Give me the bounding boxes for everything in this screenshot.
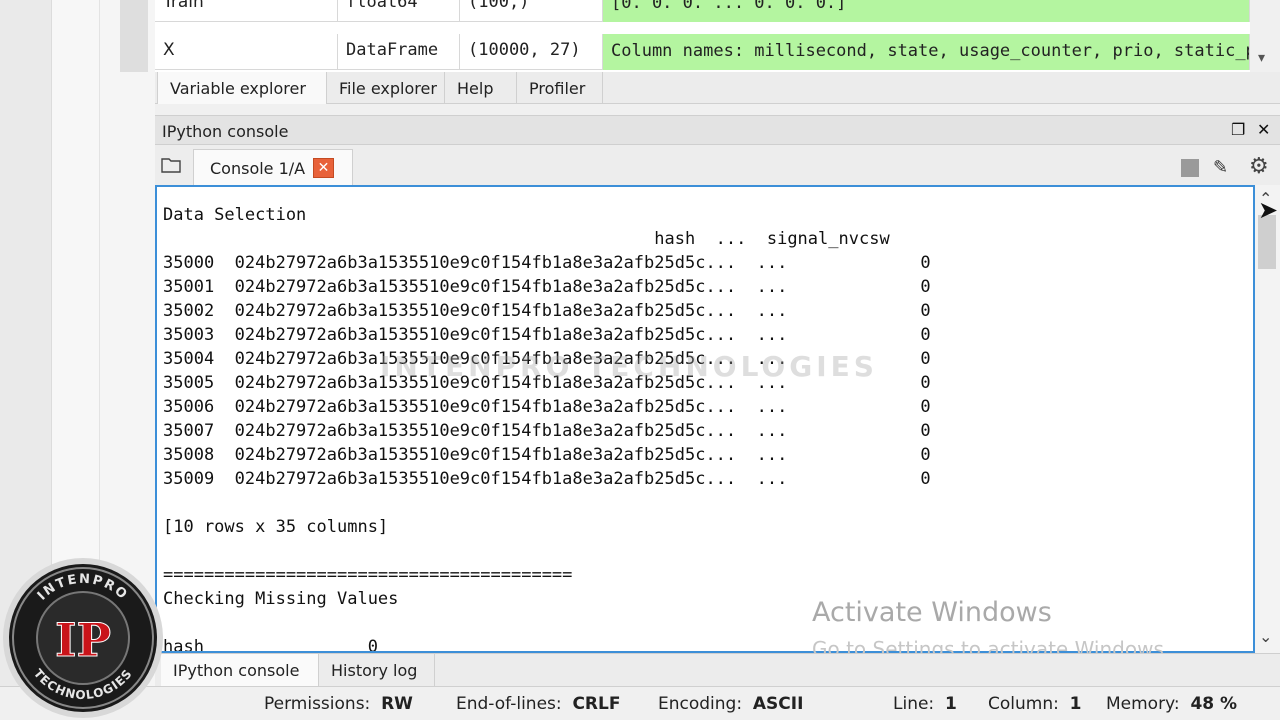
tab-console-1a[interactable]: Console 1/A ✕ xyxy=(193,149,353,185)
table-row[interactable]: X DataFrame (10000, 27) Column names: mi… xyxy=(155,34,1250,70)
status-bar: Permissions: RW End-of-lines: CRLF Encod… xyxy=(0,686,1280,720)
editor-scrollbar[interactable] xyxy=(120,0,148,72)
console-line: 35008 024b27972a6b3a1535510e9c0f154fb1a8… xyxy=(163,445,931,465)
scroll-down-icon[interactable]: ▾ xyxy=(1258,50,1265,66)
close-icon[interactable]: ✕ xyxy=(1257,120,1270,139)
status-encoding: Encoding: ASCII xyxy=(658,694,804,714)
console-output[interactable]: Data Selection hash ... signal_nvcsw 3500… xyxy=(155,185,1255,653)
undock-icon[interactable]: ❐ xyxy=(1231,120,1245,139)
tab-help[interactable]: Help xyxy=(445,72,517,104)
status-column: Column: 1 xyxy=(988,694,1082,714)
tab-ipython-console[interactable]: IPython console xyxy=(161,654,319,687)
mouse-cursor-icon: ➤ xyxy=(1258,196,1279,224)
console-line: 35009 024b27972a6b3a1535510e9c0f154fb1a8… xyxy=(163,469,931,489)
close-tab-icon[interactable]: ✕ xyxy=(313,158,334,178)
stop-icon[interactable] xyxy=(1181,159,1199,177)
var-type: float64 xyxy=(338,0,460,22)
tab-history-log[interactable]: History log xyxy=(319,654,435,687)
console-line: [10 rows x 35 columns] xyxy=(163,517,389,537)
var-type: DataFrame xyxy=(338,34,460,70)
var-name: Train xyxy=(155,0,338,22)
console-scrollbar[interactable]: ⌃ ⌄ xyxy=(1255,185,1280,653)
spyder-window: Train float64 (100,) [0. 0. 0. ... 0. 0.… xyxy=(0,0,1280,720)
console-line: 35000 024b27972a6b3a1535510e9c0f154fb1a8… xyxy=(163,253,931,273)
var-value: Column names: millisecond, state, usage_… xyxy=(603,34,1250,70)
activate-windows-title: Activate Windows xyxy=(812,597,1052,628)
tab-profiler[interactable]: Profiler xyxy=(517,72,603,104)
console-tab-bar: Console 1/A ✕ ✎ ⚙ xyxy=(155,145,1280,185)
console-pane-title: IPython console xyxy=(162,122,289,141)
console-line: 35003 024b27972a6b3a1535510e9c0f154fb1a8… xyxy=(163,325,931,345)
console-line: 35007 024b27972a6b3a1535510e9c0f154fb1a8… xyxy=(163,421,931,441)
scroll-down-icon[interactable]: ⌄ xyxy=(1259,627,1272,646)
status-eol: End-of-lines: CRLF xyxy=(456,694,621,714)
console-line: 35002 024b27972a6b3a1535510e9c0f154fb1a8… xyxy=(163,301,931,321)
pane-tab-bar: Variable explorer File explorer Help Pro… xyxy=(155,72,1280,104)
console-line: 35005 024b27972a6b3a1535510e9c0f154fb1a8… xyxy=(163,373,931,393)
console-line: Data Selection xyxy=(163,205,307,225)
var-value: [0. 0. 0. ... 0. 0. 0.] xyxy=(603,0,1250,22)
console-line: 35004 024b27972a6b3a1535510e9c0f154fb1a8… xyxy=(163,349,931,369)
variable-explorer-table: Train float64 (100,) [0. 0. 0. ... 0. 0.… xyxy=(155,0,1250,72)
folder-icon[interactable] xyxy=(161,157,181,173)
console-text: Data Selection hash ... signal_nvcsw 3500… xyxy=(163,203,931,651)
var-size: (100,) xyxy=(460,0,603,22)
bottom-tab-bar: IPython console History log xyxy=(155,653,1280,687)
logo-initials: IP xyxy=(55,613,111,667)
variable-explorer-scrollbar[interactable]: ▾ xyxy=(1250,0,1280,72)
status-permissions: Permissions: RW xyxy=(264,694,413,714)
intenpro-logo: INTENPRO TECHNOLOGIES IP xyxy=(3,558,163,718)
var-name: X xyxy=(155,34,338,70)
console-line: 35001 024b27972a6b3a1535510e9c0f154fb1a8… xyxy=(163,277,931,297)
var-size: (10000, 27) xyxy=(460,34,603,70)
console-line: hash ... signal_nvcsw xyxy=(163,229,890,249)
gear-icon[interactable]: ⚙ xyxy=(1249,154,1269,179)
table-row[interactable]: Train float64 (100,) [0. 0. 0. ... 0. 0.… xyxy=(155,0,1250,22)
console-pane-header: IPython console ❐ ✕ xyxy=(155,115,1280,145)
tab-file-explorer[interactable]: File explorer xyxy=(327,72,445,104)
tab-variable-explorer[interactable]: Variable explorer xyxy=(157,72,327,104)
console-line: ======================================== xyxy=(163,565,573,585)
status-memory: Memory: 48 % xyxy=(1106,694,1238,714)
console-tab-label: Console 1/A xyxy=(210,159,306,178)
eraser-icon[interactable]: ✎ xyxy=(1213,157,1228,178)
console-line: 35006 024b27972a6b3a1535510e9c0f154fb1a8… xyxy=(163,397,931,417)
status-line: Line: 1 xyxy=(893,694,957,714)
